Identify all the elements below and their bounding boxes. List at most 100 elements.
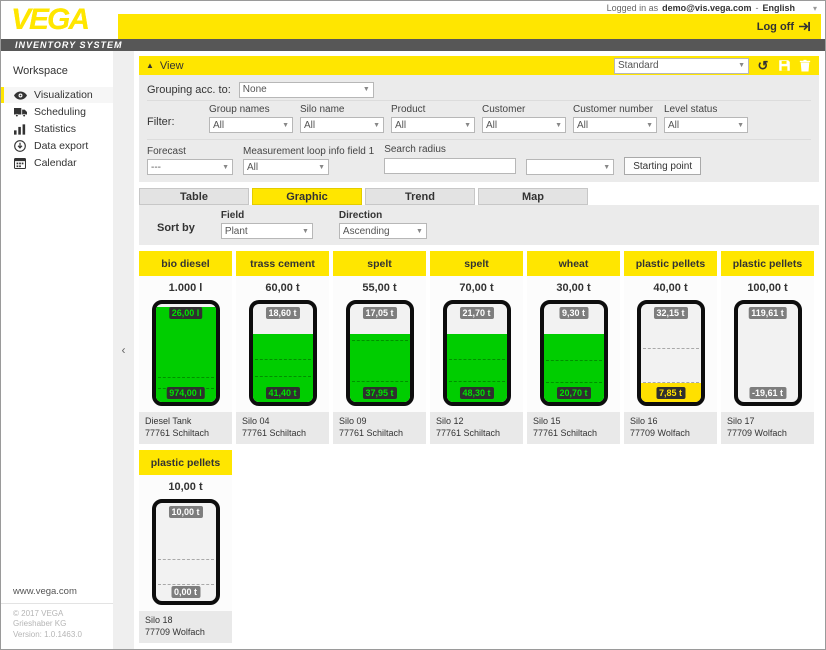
download-circle-icon [13, 140, 27, 152]
silo-name: Silo 16 [630, 416, 711, 428]
silo-location: 77709 Wolfach [630, 428, 711, 440]
save-view-button[interactable] [777, 59, 791, 73]
silo-cards-grid: bio diesel1.000 l26,00 l974,00 lDiesel T… [139, 251, 819, 643]
silo-tank-graphic[interactable]: 10,00 t0,00 t [152, 499, 220, 605]
sidebar-item-data-export[interactable]: Data export [1, 138, 113, 154]
sidebar-item-statistics[interactable]: Statistics [1, 121, 113, 137]
sidebar-item-visualization[interactable]: Visualization [1, 87, 113, 103]
grouping-select[interactable]: None ▼ [239, 82, 374, 98]
sidebar-collapse-chevron-icon[interactable]: ‹ [122, 343, 126, 357]
threshold-dashed-line [546, 382, 602, 383]
level-status-filter-select[interactable]: All▼ [664, 117, 748, 133]
silo-card-1: bio diesel1.000 l26,00 l974,00 lDiesel T… [139, 251, 232, 444]
product-filter-select[interactable]: All▼ [391, 117, 475, 133]
chevron-down-icon: ▼ [738, 62, 745, 69]
silo-name: Silo 12 [436, 416, 517, 428]
chevron-down-icon[interactable]: ▾ [813, 4, 817, 13]
forecast-select[interactable]: --- ▼ [147, 159, 233, 175]
tab-table[interactable]: Table [139, 188, 249, 205]
silo-location: 77761 Schiltach [242, 428, 323, 440]
sort-direction-label: Direction [339, 210, 427, 221]
measurement-loop-select[interactable]: All ▼ [243, 159, 329, 175]
silo-name: Silo 09 [339, 416, 420, 428]
silo-tank-graphic[interactable]: 26,00 l974,00 l [152, 300, 220, 406]
filter-col-level-status: Level statusAll▼ [664, 104, 753, 133]
filter-col-silo-name: Silo nameAll▼ [300, 104, 389, 133]
vega-website-link[interactable]: www.vega.com [1, 586, 113, 604]
logged-in-prefix: Logged in as [607, 3, 659, 13]
silo-card-footer: Diesel Tank77761 Schiltach [139, 412, 232, 444]
silo-tank-wrap: 17,05 t37,95 t [333, 298, 426, 412]
sidebar: Workspace VisualizationSchedulingStatist… [1, 51, 113, 649]
silo-tank-wrap: 21,70 t48,30 t [430, 298, 523, 412]
vega-inventory-app: VEGA Logged in as demo@vis.vega.com - En… [0, 0, 826, 650]
silo-card-product[interactable]: plastic pellets [721, 251, 814, 276]
sidebar-gutter: ‹ [113, 51, 134, 649]
inventory-system-label: INVENTORY SYSTEM [1, 40, 123, 50]
tab-graphic[interactable]: Graphic [252, 188, 362, 205]
free-capacity-badge: 9,30 t [559, 307, 588, 319]
group-names-filter-label: Group names [209, 104, 298, 115]
silo-card-7: plastic pellets100,00 t119,61 t-19,61 t S… [721, 251, 814, 444]
product-filter-label: Product [391, 104, 480, 115]
login-status-row: Logged in as demo@vis.vega.com - English… [118, 2, 817, 14]
tab-trend[interactable]: Trend [365, 188, 475, 205]
silo-card-product[interactable]: plastic pellets [139, 450, 232, 475]
threshold-dashed-line [352, 340, 408, 341]
silo-card-product[interactable]: spelt [430, 251, 523, 276]
silo-card-product[interactable]: wheat [527, 251, 620, 276]
search-radius-input[interactable] [384, 158, 516, 174]
log-off-button[interactable]: Log off [757, 21, 811, 33]
starting-point-button[interactable]: Starting point [624, 157, 701, 175]
view-preset-select[interactable]: Standard ▼ [614, 58, 749, 74]
grouping-label: Grouping acc. to: [147, 84, 231, 96]
silo-tank-graphic[interactable]: 18,60 t41,40 t [249, 300, 317, 406]
silo-card-footer: Silo 1777709 Wolfach [721, 412, 814, 444]
delete-view-button[interactable] [798, 59, 812, 73]
customer-number-filter-select[interactable]: All▼ [573, 117, 657, 133]
sort-direction-select[interactable]: Ascending ▼ [339, 223, 427, 239]
eye-icon [13, 91, 27, 100]
view-panel-title: View [160, 60, 184, 72]
language-selector[interactable]: English [762, 3, 795, 13]
silo-tank-graphic[interactable]: 9,30 t20,70 t [540, 300, 608, 406]
sidebar-item-calendar[interactable]: Calendar [1, 155, 113, 171]
measurement-loop-value: All [247, 162, 318, 173]
sort-field-select[interactable]: Plant ▼ [221, 223, 313, 239]
silo-tank-graphic[interactable]: 119,61 t-19,61 t [734, 300, 802, 406]
silo-tank-graphic[interactable]: 32,15 t7,85 t [637, 300, 705, 406]
customer-filter-select[interactable]: All▼ [482, 117, 566, 133]
threshold-dashed-line [643, 348, 699, 349]
group-names-filter-select-value: All [213, 120, 282, 131]
silo-card-product[interactable]: plastic pellets [624, 251, 717, 276]
view-panel-header[interactable]: ▲ View Standard ▼ ↺ [139, 56, 819, 75]
silo-card-5: wheat30,00 t9,30 t20,70 tSilo 1577761 Sc… [527, 251, 620, 444]
tab-map[interactable]: Map [478, 188, 588, 205]
vega-logo: VEGA [1, 1, 116, 39]
silo-card-capacity: 60,00 t [236, 276, 329, 298]
measurement-loop-label: Measurement loop info field 1 [243, 146, 374, 157]
sidebar-item-scheduling[interactable]: Scheduling [1, 104, 113, 120]
customer-filter-select-value: All [486, 120, 555, 131]
silo-tank-graphic[interactable]: 17,05 t37,95 t [346, 300, 414, 406]
silo-card-product[interactable]: bio diesel [139, 251, 232, 276]
silo-tank-graphic[interactable]: 21,70 t48,30 t [443, 300, 511, 406]
silo-name-filter-select[interactable]: All▼ [300, 117, 384, 133]
silo-card-product[interactable]: spelt [333, 251, 426, 276]
sidebar-item-label: Visualization [34, 89, 93, 101]
reset-view-button[interactable]: ↺ [756, 59, 770, 73]
copyright-text: © 2017 VEGA Grieshaber KG [13, 609, 101, 631]
free-capacity-badge: 18,60 t [265, 307, 299, 319]
main-content: ▲ View Standard ▼ ↺ [134, 51, 825, 649]
group-names-filter-select[interactable]: All▼ [209, 117, 293, 133]
collapse-caret-icon[interactable]: ▲ [146, 61, 154, 70]
customer-filter-label: Customer [482, 104, 571, 115]
radius-unit-select[interactable]: ▼ [526, 159, 614, 175]
silo-card-footer: Silo 1277761 Schiltach [430, 412, 523, 444]
silo-card-2: trass cement60,00 t18,60 t41,40 tSilo 04… [236, 251, 329, 444]
log-off-label: Log off [757, 21, 794, 33]
silo-card-capacity: 100,00 t [721, 276, 814, 298]
sidebar-footer: www.vega.com © 2017 VEGA Grieshaber KG V… [1, 586, 113, 641]
view-preset-value: Standard [618, 60, 738, 71]
silo-card-product[interactable]: trass cement [236, 251, 329, 276]
